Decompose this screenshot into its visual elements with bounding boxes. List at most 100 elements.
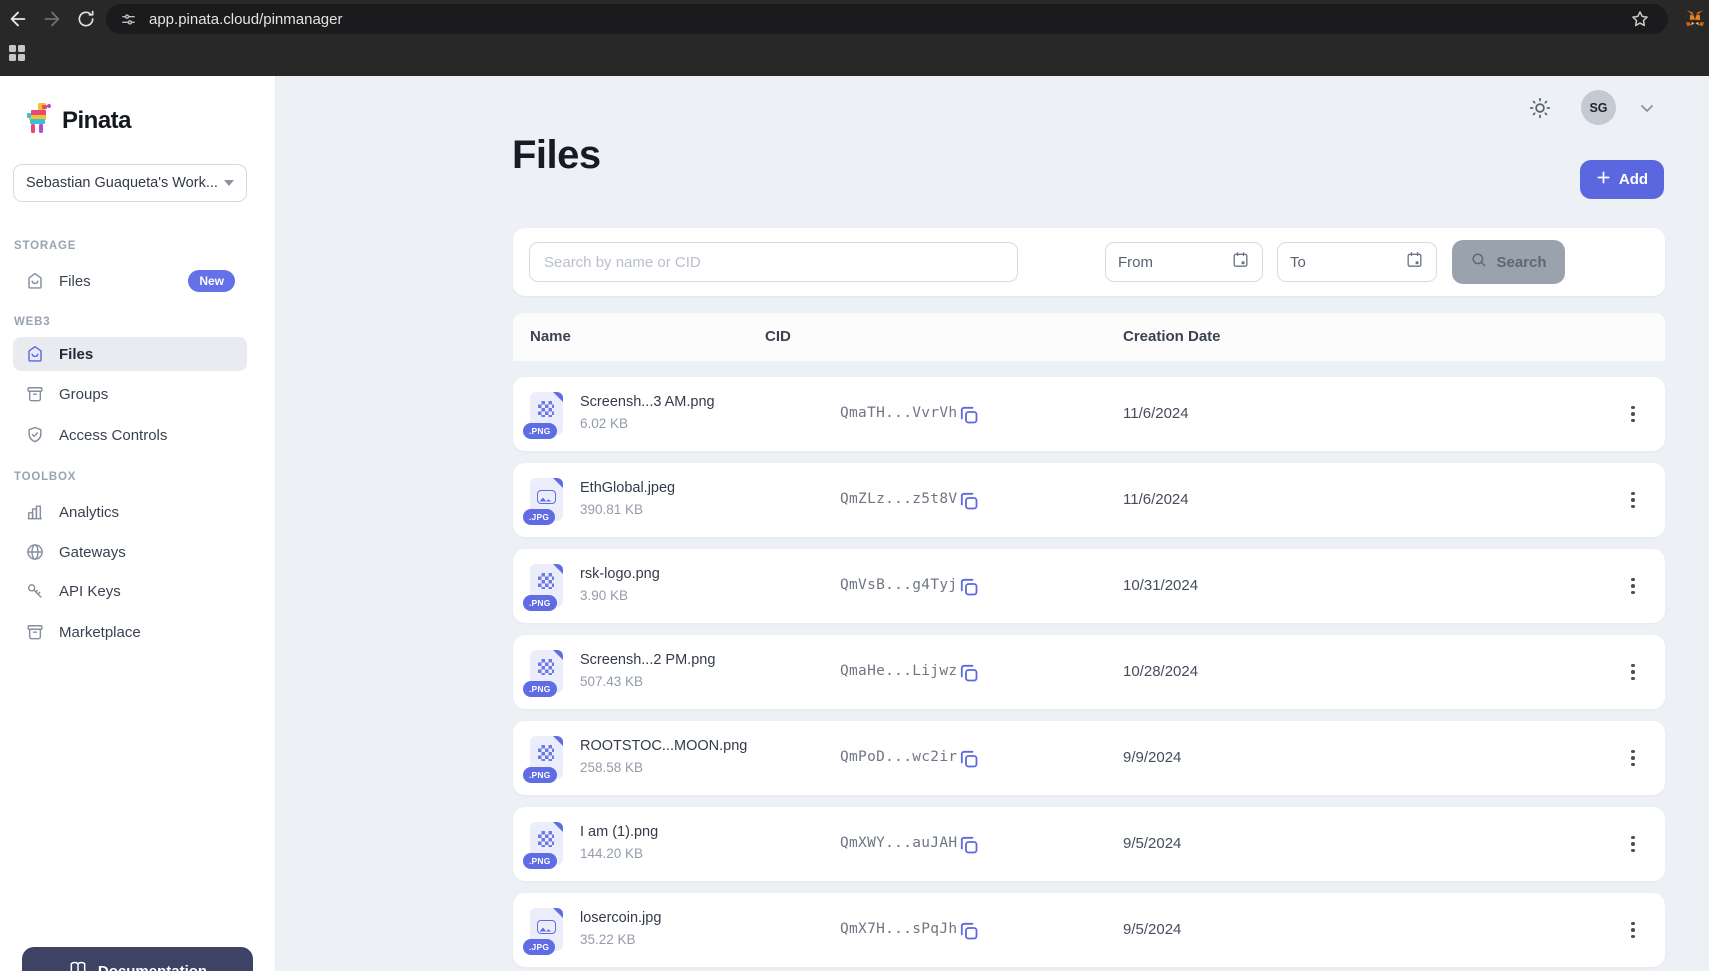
row-menu-kebab-icon[interactable]: [1622, 743, 1644, 773]
copy-cid-icon[interactable]: [957, 403, 981, 427]
file-size: 6.02 KB: [580, 416, 628, 431]
file-extension-badge: .PNG: [523, 853, 557, 869]
copy-cid-icon[interactable]: [957, 833, 981, 857]
table-row[interactable]: .PNG rsk-logo.png 3.90 KB QmVsB...g4Tyj …: [513, 549, 1665, 623]
file-type-icon: .PNG: [530, 392, 563, 435]
site-settings-icon[interactable]: [120, 11, 137, 28]
new-badge: New: [188, 270, 235, 292]
table-row[interactable]: .PNG Screensh...3 AM.png 6.02 KB QmaTH..…: [513, 377, 1665, 451]
row-menu-kebab-icon[interactable]: [1622, 915, 1644, 945]
account-chevron-down-icon[interactable]: [1639, 101, 1655, 120]
png-checker-glyph: [538, 659, 554, 675]
browser-reload-button[interactable]: [72, 5, 100, 33]
filter-bar: From To Search: [513, 228, 1665, 296]
chevron-down-icon: [224, 180, 234, 186]
date-to-input[interactable]: To: [1277, 242, 1437, 282]
browser-toolbar: app.pinata.cloud/pinmanager: [0, 0, 1709, 38]
file-list: .PNG Screensh...3 AM.png 6.02 KB QmaTH..…: [513, 377, 1665, 971]
file-size: 144.20 KB: [580, 846, 643, 861]
file-cid: QmVsB...g4Tyj: [840, 577, 957, 593]
row-menu-kebab-icon[interactable]: [1622, 399, 1644, 429]
box-icon: [25, 622, 45, 642]
sidebar-item-label: Groups: [59, 386, 235, 403]
search-icon: [1470, 251, 1488, 273]
pinata-logo-icon: [25, 101, 55, 140]
sidebar-item-files-storage[interactable]: Files New: [13, 264, 247, 298]
calendar-icon[interactable]: [1231, 250, 1250, 274]
browser-forward-button[interactable]: [38, 5, 66, 33]
sidebar-item-label: Gateways: [59, 544, 235, 561]
calendar-icon[interactable]: [1405, 250, 1424, 274]
file-extension-badge: .PNG: [523, 423, 557, 439]
file-size: 35.22 KB: [580, 932, 636, 947]
row-menu-kebab-icon[interactable]: [1622, 485, 1644, 515]
workspace-selector[interactable]: Sebastian Guaqueta's Work...: [13, 164, 247, 202]
copy-cid-icon[interactable]: [957, 919, 981, 943]
file-type-icon: .PNG: [530, 564, 563, 607]
browser-chrome: app.pinata.cloud/pinmanager: [0, 0, 1709, 76]
file-creation-date: 11/6/2024: [1123, 405, 1189, 422]
sidebar-item-gateways[interactable]: Gateways: [13, 535, 247, 569]
globe-icon: [25, 542, 45, 562]
copy-cid-icon[interactable]: [957, 747, 981, 771]
address-bar[interactable]: app.pinata.cloud/pinmanager: [106, 4, 1668, 34]
row-menu-kebab-icon[interactable]: [1622, 829, 1644, 859]
avatar-initials: SG: [1589, 101, 1607, 115]
table-row[interactable]: .PNG ROOTSTOC...MOON.png 258.58 KB QmPoD…: [513, 721, 1665, 795]
add-button[interactable]: Add: [1580, 160, 1664, 199]
file-cid: QmaHe...Lijwz: [840, 663, 957, 679]
sidebar-item-label: Access Controls: [59, 427, 235, 444]
section-label-web3: WEB3: [14, 316, 50, 328]
row-menu-kebab-icon[interactable]: [1622, 657, 1644, 687]
browser-back-button[interactable]: [4, 5, 32, 33]
pinata-app: Pinata Sebastian Guaqueta's Work... STOR…: [0, 76, 1709, 971]
sidebar-item-marketplace[interactable]: Marketplace: [13, 615, 247, 649]
sidebar-item-analytics[interactable]: Analytics: [13, 495, 247, 529]
png-checker-glyph: [538, 401, 554, 417]
search-input[interactable]: [529, 242, 1018, 282]
sidebar-item-groups[interactable]: Groups: [13, 377, 247, 411]
table-row[interactable]: .JPG EthGlobal.jpeg 390.81 KB QmZLz...z5…: [513, 463, 1665, 537]
pin-files-icon: [25, 344, 45, 364]
png-checker-glyph: [538, 573, 554, 589]
workspace-name: Sebastian Guaqueta's Work...: [26, 175, 224, 191]
sidebar-item-api-keys[interactable]: API Keys: [13, 574, 247, 608]
file-cid: QmXWY...auJAH: [840, 835, 957, 851]
table-row[interactable]: .JPG losercoin.jpg 35.22 KB QmX7H...sPqJ…: [513, 893, 1665, 967]
sidebar-item-access-controls[interactable]: Access Controls: [13, 418, 247, 452]
bookmark-star-icon[interactable]: [1630, 9, 1650, 33]
date-from-input[interactable]: From: [1105, 242, 1263, 282]
search-button[interactable]: Search: [1452, 240, 1565, 284]
row-menu-kebab-icon[interactable]: [1622, 571, 1644, 601]
sidebar-item-files-web3[interactable]: Files: [13, 337, 247, 371]
png-checker-glyph: [538, 831, 554, 847]
file-size: 3.90 KB: [580, 588, 628, 603]
key-icon: [25, 581, 45, 601]
file-name: ROOTSTOC...MOON.png: [580, 738, 747, 754]
date-to-placeholder: To: [1290, 254, 1405, 271]
url-text: app.pinata.cloud/pinmanager: [149, 11, 342, 28]
table-row[interactable]: .PNG I am (1).png 144.20 KB QmXWY...auJA…: [513, 807, 1665, 881]
file-cid: QmX7H...sPqJh: [840, 921, 957, 937]
add-button-label: Add: [1619, 171, 1648, 188]
sidebar-item-label: Files: [59, 346, 235, 363]
section-label-storage: STORAGE: [14, 240, 76, 252]
file-extension-badge: .PNG: [523, 767, 557, 783]
theme-toggle-sun-icon[interactable]: [1527, 95, 1553, 121]
metamask-extension-icon[interactable]: [1684, 8, 1706, 34]
copy-cid-icon[interactable]: [957, 575, 981, 599]
copy-cid-icon[interactable]: [957, 661, 981, 685]
jpg-photo-glyph: [537, 920, 556, 934]
file-type-icon: .JPG: [530, 908, 563, 951]
sidebar: Pinata Sebastian Guaqueta's Work... STOR…: [0, 76, 276, 971]
file-name: losercoin.jpg: [580, 910, 661, 926]
file-cid: QmaTH...VvrVh: [840, 405, 957, 421]
copy-cid-icon[interactable]: [957, 489, 981, 513]
table-row[interactable]: .PNG Screensh...2 PM.png 507.43 KB QmaHe…: [513, 635, 1665, 709]
avatar[interactable]: SG: [1581, 90, 1616, 125]
documentation-button[interactable]: Documentation: [22, 947, 253, 971]
file-extension-badge: .PNG: [523, 595, 557, 611]
sidebar-item-label: Analytics: [59, 504, 235, 521]
pinata-logo[interactable]: Pinata: [25, 101, 131, 140]
tab-groups-grid-icon[interactable]: [9, 45, 25, 61]
